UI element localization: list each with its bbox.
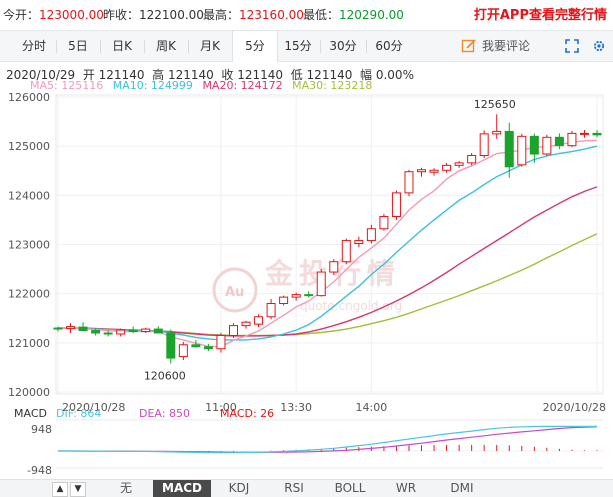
y-tick-label: 126000 [8,91,50,104]
x-tick-label: 14:00 [356,401,388,414]
candle-down [554,136,564,147]
candle-up [141,328,151,333]
candle-up [454,162,464,166]
candle-down [304,294,314,297]
y-tick-label: 121000 [8,337,50,350]
candle-up [66,326,76,330]
x-tick-label: 13:30 [280,401,312,414]
candle-up [467,155,477,164]
y-tick-label: 125000 [8,140,50,153]
y-tick-label: 124000 [8,189,50,202]
scroll-up-icon[interactable]: ▲ [52,482,68,497]
candle-up [291,294,301,298]
candle-down [103,332,113,335]
candle-down [166,332,176,359]
candle-down [592,132,602,136]
candle-down [78,326,88,332]
candle-up [492,130,502,135]
kline-chart[interactable]: 126000 125000 124000 123000 122000 121000 1200… [0,0,613,479]
watermark-logo-text: Au [225,285,244,300]
y-tick-label: 123000 [8,239,50,252]
candle-up [266,303,276,318]
indicator-tabbar: ▲ ▼ 无 MACD KDJ RSI BOLL WR DMI [0,479,613,497]
indicator-tab-wr[interactable]: WR [379,480,433,497]
candle-down [53,327,63,330]
indicator-tab-none[interactable]: 无 [100,480,152,497]
candle-up [379,215,389,230]
y-tick-label: 122000 [8,288,50,301]
candle-down [128,329,138,333]
macd-dea-legend: DEA: 850 [139,407,190,420]
candle-up [279,296,289,305]
candle-up [442,164,452,171]
candle-up [579,132,589,135]
indicator-tab-macd[interactable]: MACD [153,480,211,497]
candle-up [316,271,326,297]
candle-up [404,171,414,194]
candle-down [91,330,101,334]
max-price-label: 125650 [474,98,516,111]
candle-up [116,329,126,335]
candle-up [429,169,439,173]
candle-up [391,192,401,217]
candle-up [341,240,351,263]
candle-down [529,135,539,155]
indicator-tab-rsi[interactable]: RSI [267,480,321,497]
candle-up [417,169,427,173]
ma5-line [58,139,598,348]
candle-up [542,136,552,155]
candle-up [479,133,489,157]
candle-down [504,130,514,168]
candle-up [254,316,264,325]
macd-y-bottom: -948 [27,464,52,477]
candle-up [366,228,376,242]
dif-line [58,425,597,454]
candle-up [329,261,339,273]
macd-title: MACD [14,407,47,420]
macd-value-legend: MACD: 26 [220,407,274,420]
candle-up [567,132,577,147]
y-tick-label: 120000 [8,386,50,399]
candle-down [153,328,163,334]
macd-dif-legend: DIF: 864 [56,407,101,420]
candle-up [241,321,251,327]
candle-down [191,344,201,348]
x-tick-label: 2020/10/28 [543,401,606,414]
indicator-tab-dmi[interactable]: DMI [434,480,490,497]
candle-down [203,346,213,350]
scroll-down-icon[interactable]: ▼ [70,482,86,497]
indicator-tab-kdj[interactable]: KDJ [212,480,266,497]
macd-y-top: 948 [31,423,52,436]
ma10-line [58,145,598,341]
candle-up [216,334,226,350]
candle-up [228,325,238,336]
candle-up [517,135,527,166]
indicator-tab-boll[interactable]: BOLL [322,480,378,497]
min-price-label: 120600 [144,369,186,382]
candle-up [354,240,364,245]
candle-up [178,344,188,358]
